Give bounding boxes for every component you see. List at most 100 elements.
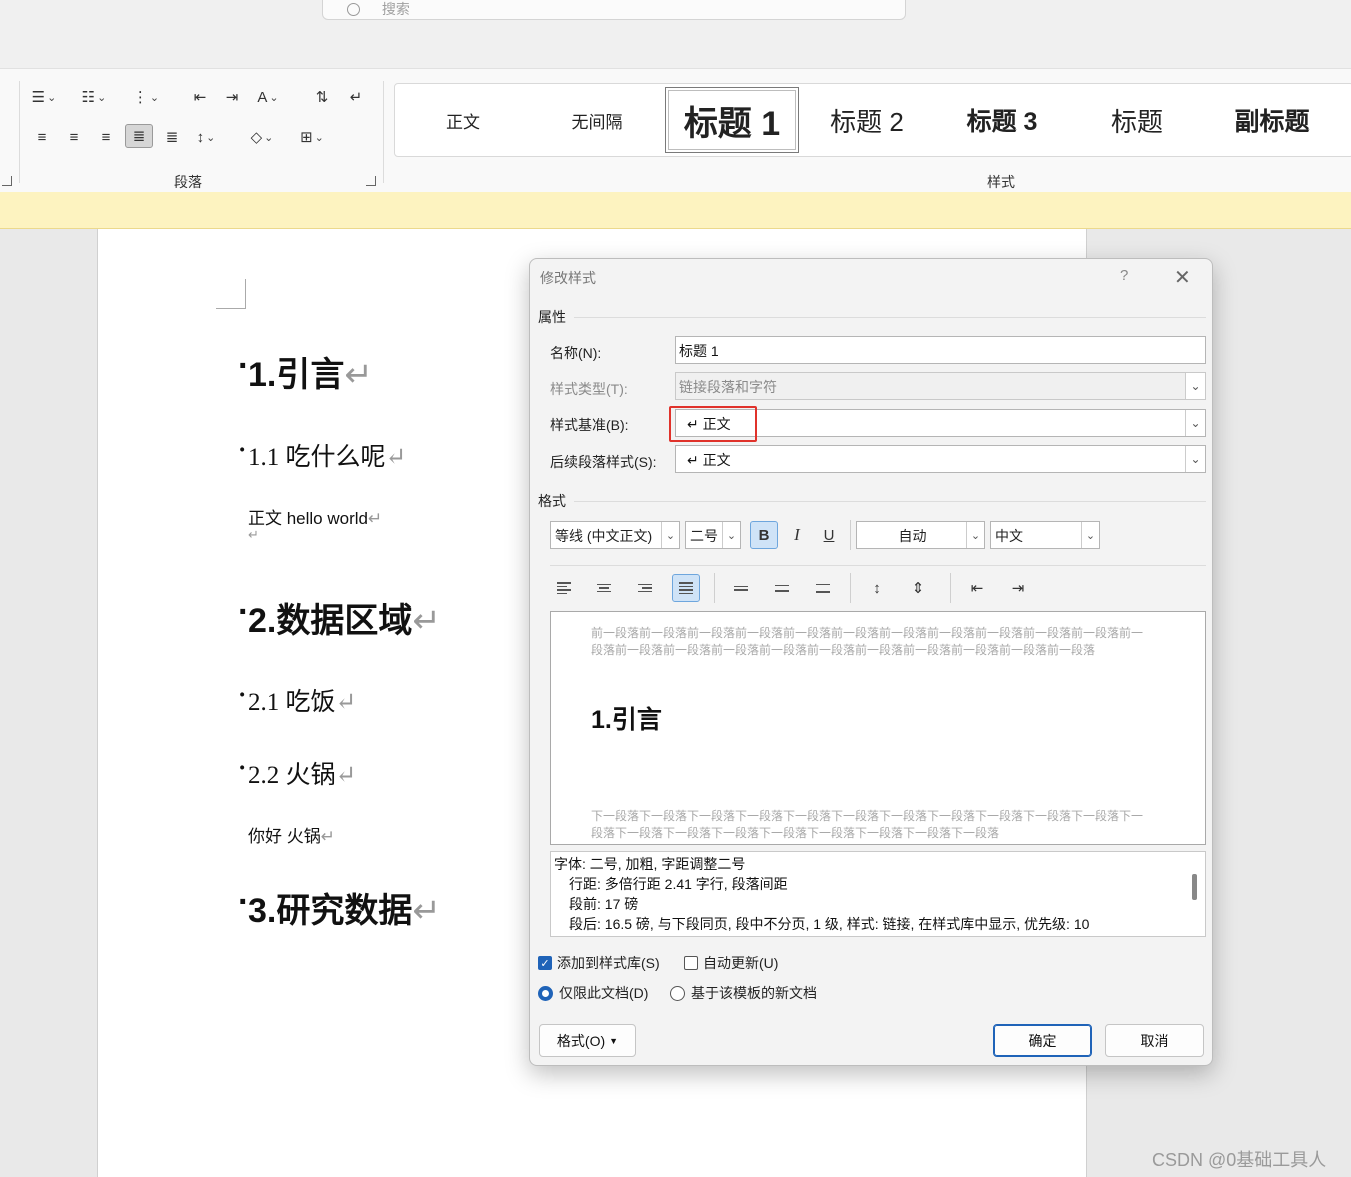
multilevel-list-icon[interactable]: ⋮ [132, 85, 160, 109]
align-left-icon[interactable] [550, 574, 578, 602]
align-center-icon[interactable] [590, 574, 618, 602]
justify-icon[interactable]: ≣ [125, 124, 153, 148]
following-style-select[interactable]: ↵ 正文 ⌄ [675, 445, 1206, 473]
one-half-spacing-icon[interactable] [768, 574, 796, 602]
heading-2-line[interactable]: · 1.1 吃什么呢↵ [238, 437, 407, 473]
group-divider [383, 81, 384, 183]
body-line[interactable]: 你好 火锅↵ [248, 822, 335, 847]
style-no-spacing[interactable]: 无间隔 [530, 87, 664, 153]
format-menu-button[interactable]: 格式(O) ▼ [539, 1024, 636, 1057]
heading-2-line[interactable]: · 2.1 吃饭↵ [238, 682, 357, 718]
font-dialog-launcher-icon[interactable] [2, 176, 12, 186]
bold-button[interactable]: B [750, 521, 778, 549]
close-icon[interactable]: ✕ [1174, 265, 1191, 290]
ok-button[interactable]: 确定 [993, 1024, 1092, 1057]
increase-paragraph-spacing-icon[interactable]: ↕ [863, 574, 891, 602]
style-description: 字体: 二号, 加粗, 字距调整二号 行距: 多倍行距 2.41 字行, 段落间… [550, 851, 1206, 937]
heading-text: 1.1 吃什么呢 [248, 444, 386, 471]
style-heading-3[interactable]: 标题 3 [935, 87, 1069, 153]
align-center-icon[interactable]: ≡ [60, 125, 88, 149]
show-marks-icon[interactable]: ↵ [342, 85, 370, 109]
caret-down-icon: ▼ [609, 1035, 619, 1046]
pilcrow-icon: ↵ [412, 602, 441, 640]
new-documents-template-label: 基于该模板的新文档 [691, 985, 817, 1001]
increase-indent-icon[interactable]: ⇥ [1004, 574, 1032, 602]
underline-button[interactable]: U [815, 521, 843, 549]
pilcrow-icon: ↵ [385, 444, 407, 471]
chevron-down-icon: ⌄ [722, 522, 740, 548]
pilcrow-icon: ↵ [344, 356, 373, 394]
empty-line[interactable]: ↵ [248, 527, 259, 543]
heading-1-line[interactable]: · 3.研究数据↵ [238, 883, 441, 932]
scrollbar-thumb[interactable] [1192, 874, 1197, 900]
search-box[interactable]: 搜索 [322, 0, 906, 20]
toolbar-divider [714, 573, 715, 603]
watermark: CSDN @0基础工具人 [1152, 1150, 1327, 1170]
style-heading-2[interactable]: 标题 2 [800, 87, 934, 153]
style-title[interactable]: 标题 [1070, 87, 1204, 153]
decrease-indent-icon[interactable]: ⇤ [186, 85, 214, 109]
checkmark-icon: ✓ [538, 956, 552, 970]
chevron-down-icon: ⌄ [1185, 373, 1205, 399]
color-select[interactable]: 自动 ⌄ [856, 521, 985, 549]
style-normal[interactable]: 正文 [396, 87, 530, 153]
language-value: 中文 [995, 528, 1023, 544]
new-documents-template-radio[interactable]: 基于该模板的新文档 [670, 983, 817, 1003]
double-spacing-icon[interactable] [809, 574, 837, 602]
pilcrow-icon: ↵ [335, 689, 357, 716]
language-select[interactable]: 中文 ⌄ [990, 521, 1100, 549]
line-spacing-icon[interactable]: ↕ [192, 125, 220, 149]
format-button-label: 格式(O) [556, 1032, 606, 1049]
style-heading-1[interactable]: 标题 1 [665, 87, 799, 153]
based-on-label: 样式基准(B): [550, 417, 629, 433]
paragraph-mark-dot: · [238, 755, 247, 782]
pilcrow-icon: ↵ [412, 892, 441, 930]
chevron-down-icon[interactable]: ⌄ [1185, 410, 1205, 436]
style-subtitle[interactable]: 副标题 [1205, 87, 1339, 153]
body-line[interactable]: 正文 hello world↵ [248, 504, 382, 529]
shading-icon[interactable]: ◇ [248, 125, 276, 149]
cancel-button[interactable]: 取消 [1105, 1024, 1204, 1057]
sort-icon[interactable]: ⇅ [308, 85, 336, 109]
heading-text: 2.1 吃饭 [248, 689, 336, 716]
italic-button[interactable]: I [783, 521, 811, 549]
chinese-layout-icon[interactable]: A [254, 85, 282, 109]
properties-section-label: 属性 [538, 309, 566, 325]
body-text: 你好 火锅 [248, 827, 321, 846]
align-right-icon[interactable]: ≡ [92, 125, 120, 149]
numbering-icon[interactable]: ☷ [80, 85, 108, 109]
increase-indent-icon[interactable]: ⇥ [218, 85, 246, 109]
chevron-down-icon[interactable]: ⌄ [1185, 446, 1205, 472]
add-to-gallery-checkbox[interactable]: ✓ 添加到样式库(S) [538, 953, 660, 973]
format-section-label: 格式 [538, 493, 566, 509]
distributed-icon[interactable]: ≣ [158, 125, 186, 149]
help-icon[interactable]: ? [1120, 267, 1128, 284]
decrease-paragraph-spacing-icon[interactable]: ⇕ [904, 574, 932, 602]
only-this-document-radio[interactable]: 仅限此文档(D) [538, 983, 648, 1003]
borders-icon[interactable]: ⊞ [298, 125, 326, 149]
heading-1-line[interactable]: · 1.引言↵ [238, 347, 373, 396]
section-divider [574, 317, 1206, 318]
description-line: 行距: 多倍行距 2.41 字行, 段落间距 [569, 876, 788, 892]
justify-icon[interactable] [672, 574, 700, 602]
align-left-icon[interactable]: ≡ [28, 125, 56, 149]
paragraph-group-label: 段落 [174, 174, 202, 190]
size-select[interactable]: 二号 ⌄ [685, 521, 741, 549]
radio-icon [670, 985, 685, 1001]
name-field[interactable]: 标题 1 [675, 336, 1206, 364]
heading-2-line[interactable]: · 2.2 火锅↵ [238, 755, 356, 791]
highlight-annotation [669, 406, 757, 442]
auto-update-label: 自动更新(U) [703, 955, 779, 971]
decrease-indent-icon[interactable]: ⇤ [963, 574, 991, 602]
only-this-document-label: 仅限此文档(D) [559, 985, 649, 1001]
auto-update-checkbox[interactable]: 自动更新(U) [684, 953, 778, 973]
section-divider [574, 501, 1206, 502]
bullets-icon[interactable]: ☰ [30, 85, 58, 109]
page-margin-marker [216, 279, 246, 309]
next-paragraph-sample: 下一段落下一段落下一段落下一段落下一段落下一段落下一段落下一段落下一段落下一段落… [591, 809, 1144, 840]
align-right-icon[interactable] [631, 574, 659, 602]
heading-1-line[interactable]: · 2.数据区域↵ [238, 593, 441, 642]
paragraph-dialog-launcher-icon[interactable] [366, 176, 376, 186]
single-spacing-icon[interactable] [727, 574, 755, 602]
font-select[interactable]: 等线 (中文正文) ⌄ [550, 521, 680, 549]
